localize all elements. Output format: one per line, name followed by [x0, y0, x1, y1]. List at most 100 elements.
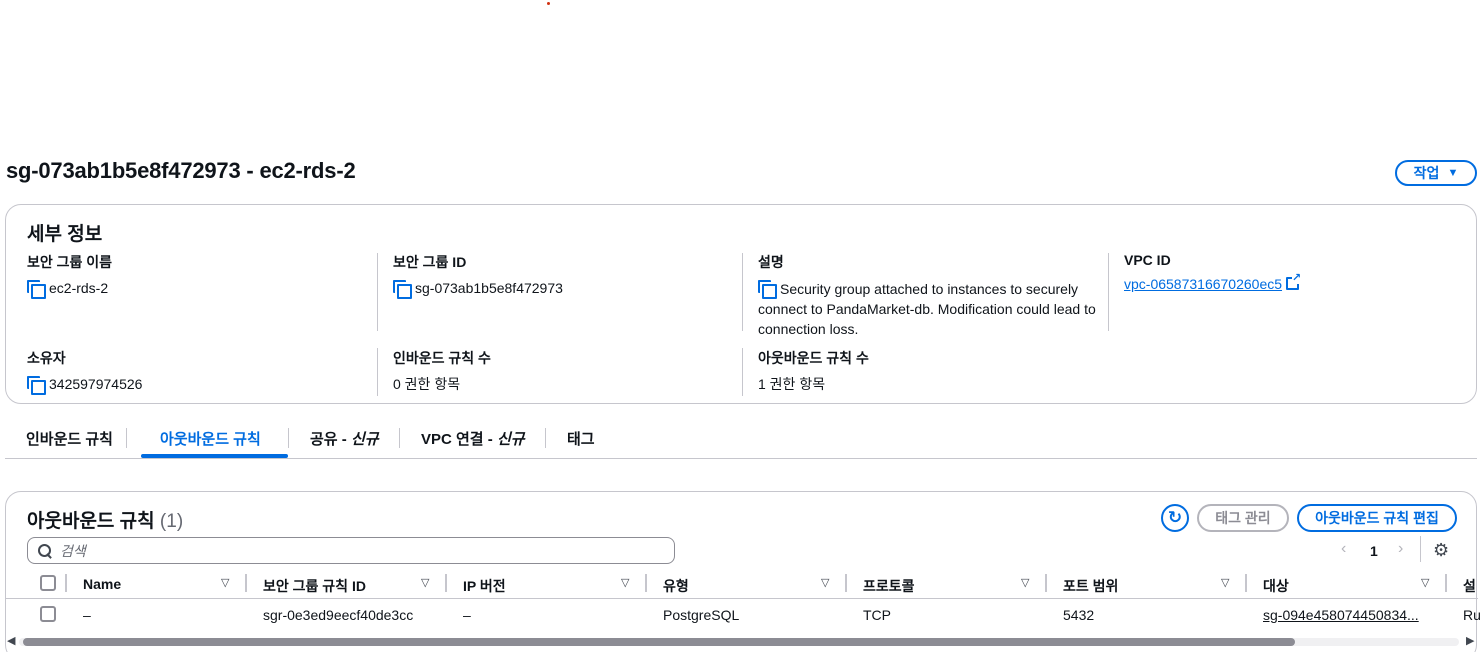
tab-tags[interactable]: 태그: [567, 428, 595, 449]
scroll-right-icon[interactable]: ▶: [1466, 634, 1474, 647]
manage-tags-button[interactable]: 태그 관리: [1197, 504, 1289, 532]
column-separator[interactable]: [845, 574, 847, 592]
divider: [742, 348, 743, 396]
sort-icon[interactable]: ▽: [621, 576, 629, 589]
column-separator: [65, 574, 67, 592]
copy-icon[interactable]: [393, 280, 412, 299]
edit-outbound-rules-button[interactable]: 아웃바운드 규칙 편집: [1297, 504, 1457, 532]
details-panel: 세부 정보 보안 그룹 이름 ec2-rds-2 보안 그룹 ID sg-073…: [5, 204, 1477, 404]
refresh-button[interactable]: ↻: [1161, 504, 1189, 532]
divider: [1108, 253, 1109, 331]
cell-destination-link[interactable]: sg-094e458074450834...: [1263, 607, 1419, 623]
column-separator[interactable]: [1245, 574, 1247, 592]
tab-vpc-associations[interactable]: VPC 연결 - 신규: [421, 428, 525, 449]
new-badge: 신규: [350, 431, 379, 448]
horizontal-scrollbar[interactable]: ◀ ▶: [5, 634, 1477, 647]
table-row[interactable]: – sgr-0e3ed9eecf40de3cc – PostgreSQL TCP…: [6, 599, 1481, 631]
field-label: 아웃바운드 규칙 수: [758, 350, 869, 366]
divider: [377, 253, 378, 331]
tab-separator: [545, 428, 546, 448]
vpc-id-link[interactable]: vpc-06587316670260ec5: [1124, 274, 1282, 294]
field-label: 설명: [758, 254, 784, 270]
tab-outbound-rules[interactable]: 아웃바운드 규칙: [160, 428, 261, 449]
next-page-icon[interactable]: ›: [1398, 540, 1403, 558]
scroll-left-icon[interactable]: ◀: [7, 634, 15, 647]
column-separator[interactable]: [1445, 574, 1447, 592]
cell-type: PostgreSQL: [663, 607, 740, 623]
column-separator[interactable]: [245, 574, 247, 592]
sort-icon[interactable]: ▽: [1221, 576, 1229, 589]
field-label: VPC ID: [1124, 252, 1171, 268]
field-inbound-count: 인바운드 규칙 수 0 권한 항목: [393, 348, 491, 394]
cell-ip-version: –: [463, 607, 471, 623]
copy-icon[interactable]: [758, 280, 777, 299]
actions-dropdown-button[interactable]: 작업 ▼: [1395, 160, 1477, 186]
column-separator[interactable]: [445, 574, 447, 592]
page-number[interactable]: 1: [1370, 543, 1378, 559]
rules-heading: 아웃바운드 규칙 (1): [27, 511, 184, 532]
sort-icon[interactable]: ▽: [221, 576, 229, 589]
field-sg-id: 보안 그룹 ID sg-073ab1b5e8f472973: [393, 252, 563, 299]
field-label: 인바운드 규칙 수: [393, 350, 491, 366]
page-title: sg-073ab1b5e8f472973 - ec2-rds-2: [6, 158, 356, 183]
field-owner: 소유자 342597974526: [27, 348, 143, 395]
sort-icon[interactable]: ▽: [1021, 576, 1029, 589]
tab-label: VPC 연결 -: [421, 431, 497, 448]
field-description: 설명 Security group attached to instances …: [758, 252, 1103, 339]
field-outbound-count: 아웃바운드 규칙 수 1 권한 항목: [758, 348, 869, 394]
sort-icon[interactable]: ▽: [821, 576, 829, 589]
search-input[interactable]: [60, 542, 620, 559]
gear-icon[interactable]: ⚙: [1433, 540, 1449, 561]
tab-inbound-rules[interactable]: 인바운드 규칙: [26, 428, 113, 449]
column-separator[interactable]: [645, 574, 647, 592]
status-dot: [547, 2, 550, 5]
previous-page-icon[interactable]: ‹: [1341, 540, 1346, 558]
field-value: 1 권한 항목: [758, 376, 826, 392]
cell-protocol: TCP: [863, 607, 891, 623]
copy-icon[interactable]: [27, 280, 46, 299]
column-header-name[interactable]: Name: [83, 576, 121, 592]
column-header-description[interactable]: 설: [1463, 576, 1476, 596]
outbound-rules-panel: 아웃바운드 규칙 (1) ↻ 태그 관리 아웃바운드 규칙 편집 ‹ 1 › ⚙…: [5, 491, 1481, 652]
tab-sharing[interactable]: 공유 - 신규: [310, 428, 379, 449]
field-value: 342597974526: [49, 376, 143, 392]
field-value: ec2-rds-2: [49, 280, 109, 296]
field-value: sg-073ab1b5e8f472973: [415, 280, 563, 296]
caret-down-icon: ▼: [1447, 167, 1459, 179]
field-label: 소유자: [27, 350, 66, 366]
column-header-type[interactable]: 유형: [663, 576, 689, 596]
sort-icon[interactable]: ▽: [421, 576, 429, 589]
tab-label: 공유 -: [310, 431, 351, 448]
field-label: 보안 그룹 ID: [393, 254, 467, 270]
column-header-port-range[interactable]: 포트 범위: [1063, 576, 1118, 596]
divider: [377, 348, 378, 396]
column-header-ip-version[interactable]: IP 버전: [463, 576, 506, 596]
divider: [742, 253, 743, 331]
column-separator[interactable]: [1045, 574, 1047, 592]
tab-separator: [126, 428, 127, 448]
column-header-protocol[interactable]: 프로토콜: [863, 576, 915, 596]
field-sg-name: 보안 그룹 이름 ec2-rds-2: [27, 252, 113, 299]
field-label: 보안 그룹 이름: [27, 254, 113, 270]
sort-icon[interactable]: ▽: [1421, 576, 1429, 589]
column-header-destination[interactable]: 대상: [1263, 576, 1289, 596]
cell-rule-id: sgr-0e3ed9eecf40de3cc: [263, 607, 414, 623]
divider: [1420, 536, 1421, 562]
scroll-thumb[interactable]: [23, 638, 1295, 646]
external-link-icon: [1286, 272, 1302, 290]
refresh-icon: ↻: [1167, 508, 1183, 527]
rules-count: (1): [159, 511, 184, 532]
cell-name: –: [83, 607, 91, 623]
select-all-checkbox[interactable]: [40, 575, 56, 591]
search-field[interactable]: [27, 537, 675, 564]
search-icon: [38, 543, 52, 558]
field-vpc-id: VPC ID vpc-06587316670260ec5: [1124, 252, 1302, 294]
cell-port-range: 5432: [1063, 607, 1095, 623]
active-tab-indicator: [141, 454, 288, 458]
row-checkbox[interactable]: [40, 606, 56, 622]
column-header-rule-id[interactable]: 보안 그룹 규칙 ID: [263, 576, 366, 596]
copy-icon[interactable]: [27, 376, 46, 395]
table-header: Name ▽ 보안 그룹 규칙 ID ▽ IP 버전 ▽ 유형 ▽ 프로토콜 ▽…: [6, 572, 1478, 599]
field-value: Security group attached to instances to …: [758, 281, 1096, 337]
tab-separator: [399, 428, 400, 448]
